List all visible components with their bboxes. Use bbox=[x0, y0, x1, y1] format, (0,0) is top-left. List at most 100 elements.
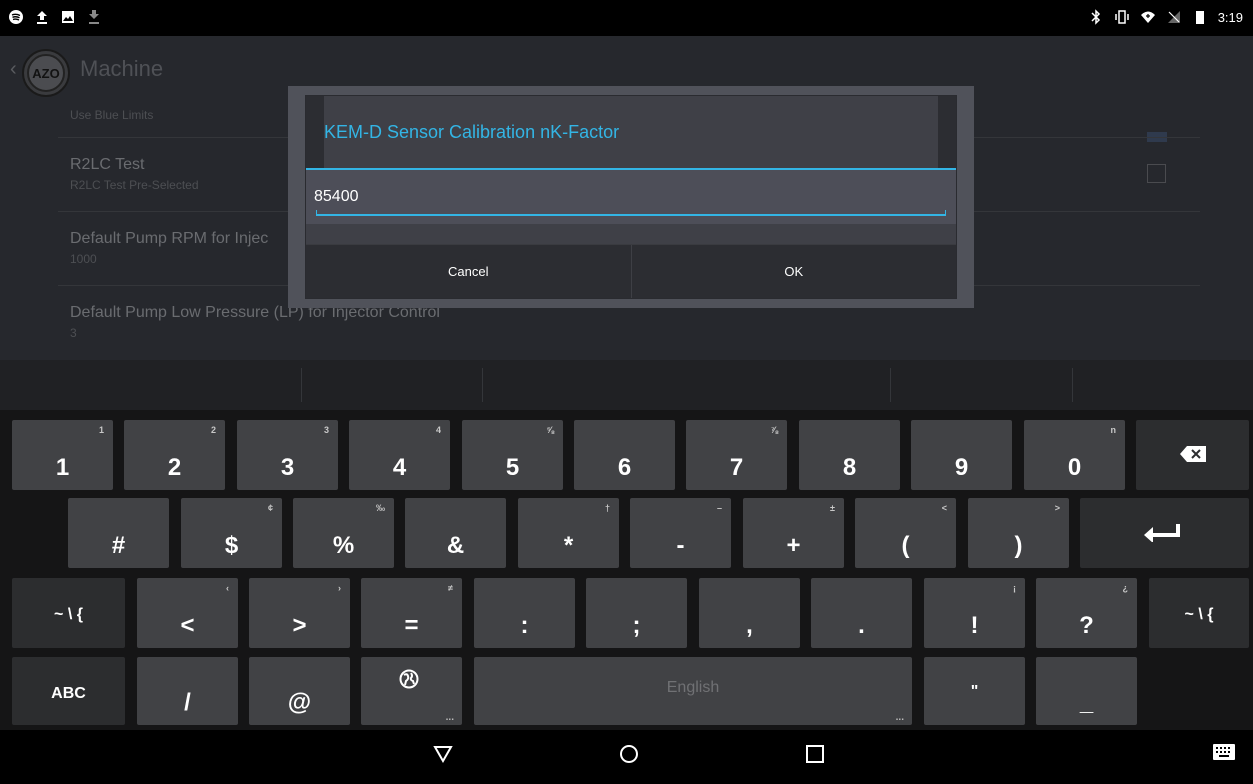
key-asterisk[interactable]: † * bbox=[518, 498, 619, 568]
pref-default-pump-lp[interactable]: Default Pump Low Pressure (LP) for Injec… bbox=[70, 304, 440, 340]
key-hint: ⅝ bbox=[546, 425, 554, 435]
key-ampersand[interactable]: & bbox=[405, 498, 506, 568]
key-label: ( bbox=[901, 532, 910, 559]
page-title: Machine bbox=[80, 56, 164, 81]
key-label: ) bbox=[1014, 532, 1023, 559]
dialog-title-edge-right bbox=[938, 96, 956, 168]
language-key[interactable]: ... bbox=[361, 657, 462, 725]
key-at[interactable]: @ bbox=[249, 657, 350, 725]
nk-factor-input[interactable] bbox=[314, 184, 944, 210]
delete-key[interactable] bbox=[1136, 420, 1249, 490]
pref-r2lc-test[interactable]: R2LC Test R2LC Test Pre-Selected bbox=[70, 156, 199, 192]
key-quote[interactable]: " bbox=[924, 657, 1025, 725]
space-key[interactable]: English ... bbox=[474, 657, 912, 725]
vibrate-icon bbox=[1114, 10, 1129, 24]
key-hash[interactable]: # bbox=[68, 498, 169, 568]
key-question[interactable]: ¿? bbox=[1036, 578, 1137, 648]
key-7[interactable]: ⅞7 bbox=[686, 420, 787, 490]
key-minus[interactable]: – - bbox=[630, 498, 731, 568]
key-period[interactable]: . bbox=[811, 578, 912, 648]
key-exclamation[interactable]: ¡! bbox=[924, 578, 1025, 648]
key-hint: † bbox=[604, 503, 610, 513]
key-dollar[interactable]: ¢ $ bbox=[181, 498, 282, 568]
key-greater-than[interactable]: › > bbox=[249, 578, 350, 648]
key-5[interactable]: ⅝5 bbox=[462, 420, 563, 490]
dialog-title-edge-left bbox=[306, 96, 324, 168]
key-label: 4 bbox=[392, 454, 407, 481]
key-3[interactable]: 33 bbox=[237, 420, 338, 490]
key-plus[interactable]: ± + bbox=[743, 498, 844, 568]
suggestion-strip bbox=[0, 360, 1253, 410]
key-hint: < bbox=[941, 503, 947, 513]
edit-text-dialog: KEM-D Sensor Calibration nK-Factor Cance… bbox=[306, 96, 956, 298]
key-label: ~ \ { bbox=[54, 606, 83, 623]
key-percent[interactable]: ‰% bbox=[293, 498, 394, 568]
clock: 3:19 bbox=[1217, 9, 1243, 25]
image-icon bbox=[62, 11, 74, 23]
wifi-icon bbox=[1140, 11, 1155, 23]
key-label: > bbox=[292, 612, 307, 639]
key-less-than[interactable]: ‹ < bbox=[137, 578, 238, 648]
key-0[interactable]: n0 bbox=[1024, 420, 1125, 490]
key-6[interactable]: 6 bbox=[574, 420, 675, 490]
key-hint: ⅞ bbox=[770, 425, 778, 435]
recents-square-icon[interactable] bbox=[805, 744, 825, 764]
key-hint: ¡ bbox=[1013, 583, 1016, 593]
key-close-paren[interactable]: >) bbox=[968, 498, 1069, 568]
key-hint: ‹ bbox=[226, 583, 229, 593]
upload-icon bbox=[37, 11, 47, 24]
pref-default-pump-rpm[interactable]: Default Pump RPM for Injec 1000 bbox=[70, 230, 268, 266]
suggestion-divider bbox=[482, 368, 483, 402]
key-comma[interactable]: , bbox=[699, 578, 800, 648]
ok-button[interactable]: OK bbox=[630, 245, 957, 298]
key-hint: 1 bbox=[98, 425, 104, 435]
pref-summary: 1000 bbox=[70, 252, 97, 266]
home-circle-icon[interactable] bbox=[619, 744, 639, 764]
key-4[interactable]: 44 bbox=[349, 420, 450, 490]
key-hint: 3 bbox=[323, 425, 329, 435]
enter-icon bbox=[1144, 524, 1180, 542]
no-sim-icon bbox=[1167, 11, 1180, 23]
key-colon[interactable]: : bbox=[474, 578, 575, 648]
key-label: 8 bbox=[842, 454, 857, 481]
back-chevron-icon[interactable]: ‹ bbox=[10, 58, 17, 81]
key-hint: ¢ bbox=[267, 503, 273, 513]
app-logo[interactable]: AZO bbox=[22, 49, 70, 97]
pref-use-blue-limits[interactable]: Use Blue Limits bbox=[70, 104, 153, 122]
key-hint: 4 bbox=[435, 425, 441, 435]
symbol-keyboard: 11 22 33 44 ⅝5 6 ⅞7 8 9 n0 # ¢ $ ‰% & † * … bbox=[0, 410, 1253, 730]
space-label: English bbox=[666, 679, 720, 696]
key-label: & bbox=[446, 532, 465, 559]
abc-key[interactable]: ABC bbox=[12, 657, 125, 725]
key-hint: n bbox=[1110, 425, 1117, 435]
cancel-button[interactable]: Cancel bbox=[306, 245, 631, 298]
key-label: < bbox=[180, 612, 195, 639]
back-triangle-icon[interactable] bbox=[433, 744, 453, 764]
enter-key[interactable] bbox=[1080, 498, 1249, 568]
key-label: = bbox=[404, 612, 419, 639]
more-symbols-key-left[interactable]: ~ \ { bbox=[12, 578, 125, 648]
key-semicolon[interactable]: ; bbox=[586, 578, 687, 648]
r2lc-checkbox[interactable] bbox=[1147, 164, 1166, 183]
key-slash[interactable]: / bbox=[137, 657, 238, 725]
keyboard-icon[interactable] bbox=[1213, 744, 1235, 760]
key-label: _ bbox=[1079, 689, 1094, 716]
key-label: # bbox=[111, 532, 126, 559]
bluetooth-icon bbox=[1091, 9, 1100, 25]
key-hint: ‰ bbox=[376, 503, 385, 513]
dialog-button-bar: Cancel OK bbox=[306, 244, 956, 298]
key-label: ? bbox=[1079, 612, 1094, 639]
key-8[interactable]: 8 bbox=[799, 420, 900, 490]
key-9[interactable]: 9 bbox=[911, 420, 1012, 490]
key-underscore[interactable]: _ bbox=[1036, 657, 1137, 725]
key-label: " bbox=[970, 683, 979, 700]
key-open-paren[interactable]: <( bbox=[855, 498, 956, 568]
more-symbols-key-right[interactable]: ~ \ { bbox=[1149, 578, 1249, 648]
navigation-bar bbox=[0, 730, 1253, 784]
suggestion-divider bbox=[890, 368, 891, 402]
key-1[interactable]: 11 bbox=[12, 420, 113, 490]
key-equals[interactable]: ≠ = bbox=[361, 578, 462, 648]
key-2[interactable]: 22 bbox=[124, 420, 225, 490]
key-label: % bbox=[332, 532, 355, 559]
key-label: 6 bbox=[617, 454, 632, 481]
